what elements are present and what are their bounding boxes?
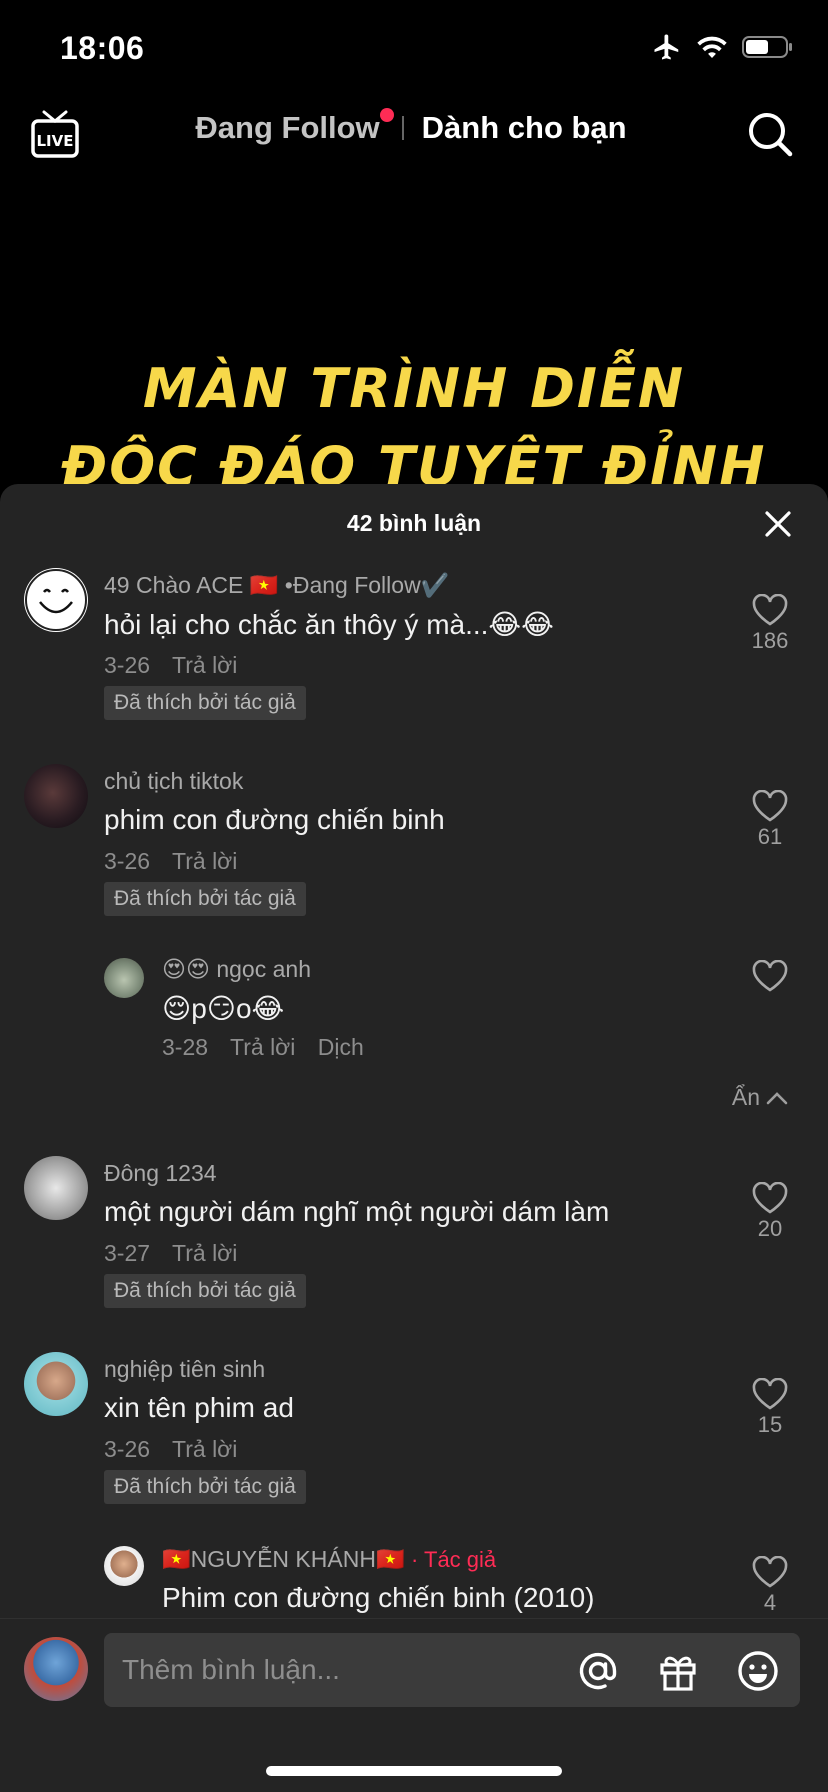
- heart-icon: [752, 790, 788, 822]
- like-count: 4: [763, 1590, 777, 1615]
- liked-by-author-badge: Đã thích bởi tác giả: [104, 686, 306, 720]
- hide-replies-label: Ẩn: [731, 1084, 760, 1110]
- notification-dot: [379, 108, 394, 122]
- top-nav: LIVE Đang Follow Dành cho bạn: [0, 100, 828, 170]
- comment-composer: [0, 1618, 828, 1792]
- heart-icon: [752, 594, 788, 626]
- heart-icon: [752, 1378, 788, 1410]
- comment-meta: 3-26 Trả lời: [104, 848, 253, 875]
- avatar[interactable]: [24, 1156, 88, 1220]
- airplane-icon: [654, 34, 679, 60]
- comment-list[interactable]: 49 Chào ACE 🇻🇳 •Đang Follow✔️ hỏi lại ch…: [0, 562, 828, 1632]
- status-bar: 18:06: [0, 0, 828, 100]
- heart-icon: [752, 1556, 788, 1588]
- comment-text: một người dám nghĩ một người dám làm: [104, 1196, 610, 1227]
- comment-date: 3-27: [104, 1240, 151, 1266]
- like-button[interactable]: [738, 960, 802, 992]
- feed-tabs: Đang Follow Dành cho bạn: [0, 108, 828, 146]
- comment-input-box[interactable]: [104, 1633, 800, 1707]
- liked-by-author-badge: Đã thích bởi tác giả: [104, 1274, 306, 1308]
- comment-text: 😌p😏o😂: [162, 993, 285, 1024]
- like-button[interactable]: 186: [738, 594, 802, 654]
- comment-item: chủ tịch tiktok phim con đường chiến bin…: [0, 758, 828, 944]
- tab-following[interactable]: Đang Follow: [195, 108, 394, 146]
- avatar[interactable]: [24, 1352, 88, 1416]
- status-time: 18:06: [60, 30, 145, 66]
- comment-username[interactable]: 😍😍 ngọc anh: [162, 956, 311, 983]
- smiley-avatar-icon: [25, 569, 87, 631]
- comment-username[interactable]: chủ tịch tiktok: [104, 768, 243, 795]
- tab-divider: [401, 116, 404, 140]
- comment-sheet: 42 bình luận 49 Chào ACE 🇻🇳 •Đang Follow…: [0, 484, 828, 1792]
- emoji-icon[interactable]: [736, 1649, 780, 1693]
- my-avatar[interactable]: [24, 1637, 88, 1701]
- comment-item: Đông 1234 một người dám nghĩ một người d…: [0, 1150, 828, 1336]
- comment-username[interactable]: Đông 1234: [104, 1160, 217, 1187]
- translate-button[interactable]: Dịch: [318, 1034, 364, 1060]
- author-tag: · Tác giả: [410, 1547, 497, 1572]
- comment-meta: 3-26 Trả lời: [104, 652, 253, 679]
- avatar[interactable]: [24, 568, 88, 632]
- comment-meta: 3-28 Trả lời Dịch: [162, 1034, 380, 1061]
- liked-by-author-badge: Đã thích bởi tác giả: [104, 1470, 306, 1504]
- sheet-header: 42 bình luận: [0, 484, 828, 562]
- close-icon: [765, 511, 791, 537]
- search-icon: [749, 113, 793, 157]
- comment-count: 42 bình luận: [346, 510, 482, 536]
- comment-username[interactable]: nghiệp tiên sinh: [104, 1356, 265, 1383]
- comment-text: phim con đường chiến binh: [104, 804, 445, 835]
- author-name: 🇻🇳NGUYỄN KHÁNH🇻🇳: [162, 1546, 405, 1572]
- comment-text: Phim con đường chiến binh (2010): [162, 1582, 595, 1613]
- comment-username[interactable]: 49 Chào ACE 🇻🇳 •Đang Follow✔️: [104, 572, 449, 599]
- reply-button[interactable]: Trả lời: [172, 652, 237, 678]
- heart-icon: [752, 960, 788, 992]
- comment-text: xin tên phim ad: [104, 1392, 294, 1423]
- like-count: 20: [757, 1216, 783, 1241]
- video-caption-line1: MÀN TRÌNH DIỄN: [142, 357, 686, 420]
- video-caption: MÀN TRÌNH DIỄN ĐỘC ĐÁO TUYỆT ĐỈNH: [0, 350, 828, 506]
- mention-icon[interactable]: [576, 1649, 620, 1693]
- like-button[interactable]: 15: [738, 1378, 802, 1438]
- reply-item: 😍😍 ngọc anh 😌p😏o😂 3-28 Trả lời Dịch: [0, 952, 828, 1072]
- heart-icon: [752, 1182, 788, 1214]
- battery-icon: [742, 36, 792, 58]
- gift-icon[interactable]: [656, 1649, 700, 1693]
- comment-text: hỏi lại cho chắc ăn thôy ý mà...😂😂: [104, 609, 554, 640]
- search-button[interactable]: [746, 110, 794, 158]
- liked-by-author-badge: Đã thích bởi tác giả: [104, 882, 306, 916]
- like-button[interactable]: 61: [738, 790, 802, 850]
- close-button[interactable]: [764, 510, 792, 538]
- tab-following-label: Đang Follow: [195, 110, 380, 145]
- status-icons: [652, 32, 794, 62]
- comment-username[interactable]: 🇻🇳NGUYỄN KHÁNH🇻🇳 · Tác giả: [162, 1546, 496, 1573]
- like-button[interactable]: 4: [738, 1556, 802, 1616]
- home-indicator[interactable]: [266, 1766, 562, 1776]
- comment-date: 3-28: [162, 1034, 209, 1060]
- comment-meta: 3-27 Trả lời: [104, 1240, 253, 1267]
- tab-for-you[interactable]: Dành cho bạn: [422, 110, 627, 146]
- wifi-icon: [697, 36, 727, 59]
- avatar[interactable]: [104, 1546, 144, 1586]
- avatar[interactable]: [104, 958, 144, 998]
- comment-date: 3-26: [104, 848, 151, 874]
- hide-replies-button[interactable]: Ẩn: [732, 1084, 788, 1111]
- comment-input[interactable]: [122, 1633, 562, 1707]
- like-count: 15: [757, 1412, 783, 1437]
- comment-item: 49 Chào ACE 🇻🇳 •Đang Follow✔️ hỏi lại ch…: [0, 562, 828, 748]
- avatar[interactable]: [24, 764, 88, 828]
- chevron-up-icon: [766, 1091, 788, 1104]
- like-button[interactable]: 20: [738, 1182, 802, 1242]
- comment-date: 3-26: [104, 652, 151, 678]
- like-count: 61: [757, 824, 783, 849]
- reply-button[interactable]: Trả lời: [172, 1240, 237, 1266]
- reply-button[interactable]: Trả lời: [172, 848, 237, 874]
- comment-item: nghiệp tiên sinh xin tên phim ad 3-26 Tr…: [0, 1346, 828, 1532]
- comment-date: 3-26: [104, 1436, 151, 1462]
- like-count: 186: [751, 628, 789, 653]
- comment-meta: 3-26 Trả lời: [104, 1436, 253, 1463]
- reply-button[interactable]: Trả lời: [230, 1034, 295, 1060]
- reply-button[interactable]: Trả lời: [172, 1436, 237, 1462]
